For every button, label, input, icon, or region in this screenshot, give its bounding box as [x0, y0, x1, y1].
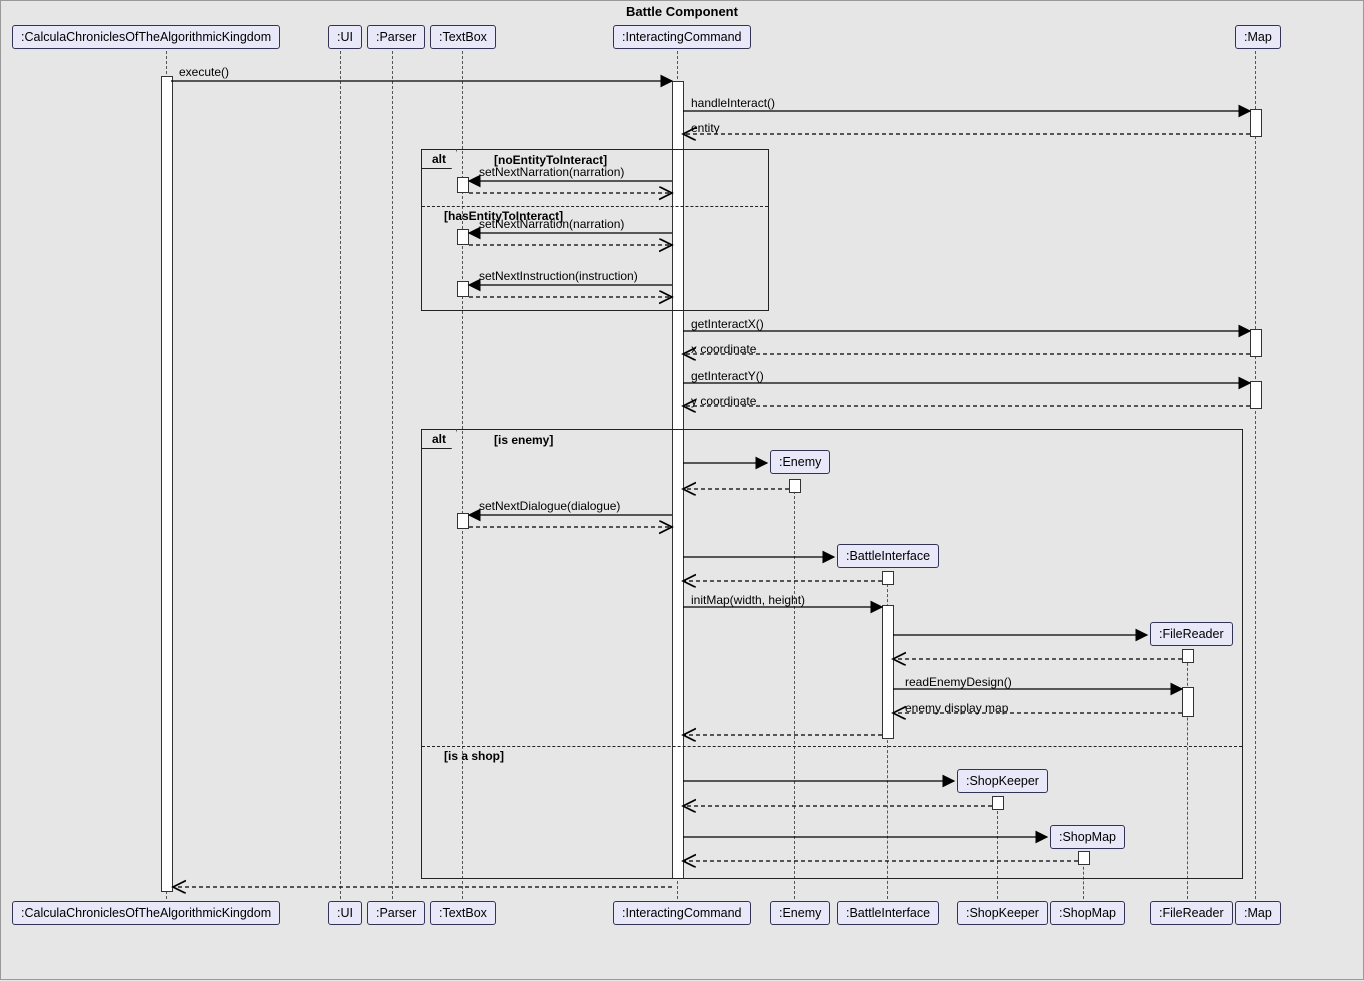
- participant-parser-bot: :Parser: [367, 901, 425, 925]
- activation-calc: [161, 76, 173, 892]
- participant-map-top: :Map: [1235, 25, 1281, 49]
- lifeline-parser: [392, 51, 393, 899]
- alt-label-2: alt: [421, 429, 457, 449]
- activation-map-1: [1250, 109, 1262, 137]
- alt-frag-1: alt [noEntityToInteract] [hasEntityToInt…: [421, 149, 769, 311]
- participant-shopkeeper: :ShopKeeper: [957, 769, 1048, 793]
- activation-map-2: [1250, 329, 1262, 357]
- participant-ui-top: :UI: [328, 25, 362, 49]
- msg-entity: entity: [691, 121, 720, 135]
- diagram-title: Battle Component: [1, 4, 1363, 19]
- participant-shopk-bot: :ShopKeeper: [957, 901, 1048, 925]
- participant-map-bot: :Map: [1235, 901, 1281, 925]
- alt-label-1: alt: [421, 149, 457, 169]
- participant-filereader: :FileReader: [1150, 622, 1233, 646]
- participant-cmd-top: :InteractingCommand: [613, 25, 751, 49]
- msg-getx: getInteractX(): [691, 317, 764, 331]
- msg-handleinteract: handleInteract(): [691, 96, 775, 110]
- alt-divider-2: [422, 746, 1242, 747]
- msg-ycoord: y coordinate: [691, 394, 756, 408]
- participant-calc-bot: :CalculaChroniclesOfTheAlgorithmicKingdo…: [12, 901, 280, 925]
- sequence-diagram: Battle Component :CalculaChroniclesOfThe…: [0, 0, 1364, 980]
- participant-textbox-top: :TextBox: [430, 25, 496, 49]
- alt-divider-1: [422, 206, 768, 207]
- participant-textbox-bot: :TextBox: [430, 901, 496, 925]
- msg-execute: execute(): [179, 65, 229, 79]
- participant-shopmap: :ShopMap: [1050, 825, 1125, 849]
- participant-enemy-bot: :Enemy: [770, 901, 830, 925]
- lifeline-map: [1255, 51, 1256, 899]
- alt-guard-shop: [is a shop]: [444, 749, 504, 763]
- alt-guard-hasentity: [hasEntityToInteract]: [444, 209, 563, 223]
- msg-xcoord: x coordinate: [691, 342, 756, 356]
- participant-enemy: :Enemy: [770, 450, 830, 474]
- participant-parser-top: :Parser: [367, 25, 425, 49]
- alt-frag-2: alt [is enemy] [is a shop]: [421, 429, 1243, 879]
- lifeline-ui: [340, 51, 341, 899]
- participant-ui-bot: :UI: [328, 901, 362, 925]
- activation-map-3: [1250, 381, 1262, 409]
- participant-battle: :BattleInterface: [837, 544, 939, 568]
- alt-guard-noentity: [noEntityToInteract]: [494, 153, 607, 167]
- participant-cmd-bot: :InteractingCommand: [613, 901, 751, 925]
- alt-guard-enemy: [is enemy]: [494, 433, 553, 447]
- participant-fr-bot: :FileReader: [1150, 901, 1233, 925]
- participant-battle-bot: :BattleInterface: [837, 901, 939, 925]
- participant-calc-top: :CalculaChroniclesOfTheAlgorithmicKingdo…: [12, 25, 280, 49]
- participant-shopm-bot: :ShopMap: [1050, 901, 1125, 925]
- msg-gety: getInteractY(): [691, 369, 764, 383]
